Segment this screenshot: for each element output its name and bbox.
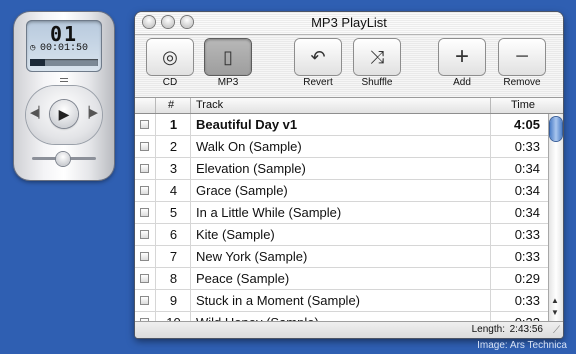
track-title: Grace (Sample) [196, 183, 288, 198]
track-checkbox[interactable] [140, 186, 149, 195]
menu-icon[interactable] [60, 78, 68, 86]
track-time: 0:33 [514, 227, 540, 242]
track-number: 2 [169, 139, 178, 154]
vertical-scrollbar[interactable]: ▲ ▼ [548, 114, 563, 321]
add-button[interactable]: + Add [439, 39, 485, 91]
play-icon: ▶ [58, 106, 70, 122]
track-time: 0:33 [514, 293, 540, 308]
track-checkbox[interactable] [140, 142, 149, 151]
cd-button[interactable]: ◎ CD [147, 39, 193, 91]
volume-slider-knob[interactable] [56, 152, 70, 166]
track-title: Beautiful Day v1 [196, 117, 298, 132]
table-header: # Track Time [135, 98, 563, 114]
scroll-down-icon[interactable]: ▼ [551, 308, 559, 317]
track-checkbox[interactable] [140, 296, 149, 305]
shuffle-button[interactable]: ⤨ Shuffle [354, 39, 400, 91]
track-number: 3 [169, 161, 178, 176]
table-row[interactable]: 3 Elevation (Sample) 0:34 [135, 158, 548, 180]
add-label: Add [453, 77, 471, 88]
column-header-number[interactable]: # [168, 99, 174, 111]
track-time: 0:29 [514, 271, 540, 286]
track-title: Peace (Sample) [196, 271, 290, 286]
track-title: In a Little While (Sample) [196, 205, 342, 220]
track-time: 4:05 [513, 117, 540, 132]
title-bar[interactable]: MP3 PlayList [135, 12, 563, 35]
remove-button[interactable]: − Remove [499, 39, 545, 91]
track-number: 8 [169, 271, 178, 286]
track-title: Stuck in a Moment (Sample) [196, 293, 361, 308]
track-time: 0:34 [514, 183, 540, 198]
track-checkbox[interactable] [140, 208, 149, 217]
track-number: 6 [169, 227, 178, 242]
plus-icon: + [454, 43, 469, 70]
playlist-table: # Track Time 1 Beautiful Day v1 4:05 2 Walk … [135, 98, 563, 334]
cd-label: CD [162, 77, 178, 88]
track-checkbox[interactable] [140, 274, 149, 283]
shuffle-label: Shuffle [361, 77, 393, 88]
track-title: Kite (Sample) [196, 227, 275, 242]
track-checkbox[interactable] [140, 164, 149, 173]
track-checkbox[interactable] [140, 252, 149, 261]
revert-label: Revert [303, 77, 333, 88]
track-title: New York (Sample) [196, 249, 308, 264]
minus-icon: − [514, 43, 529, 70]
next-icon[interactable]: ▕▶ [81, 106, 98, 119]
document-icon: ▯ [223, 47, 233, 67]
resize-grip-icon[interactable]: ⟋ [553, 325, 560, 336]
revert-icon: ↶ [310, 47, 326, 67]
track-number: 4 [169, 183, 178, 198]
track-number: 5 [169, 205, 178, 220]
table-row[interactable]: 6 Kite (Sample) 0:33 [135, 224, 548, 246]
status-bar: Length: 2:43:56 ⟋ [135, 321, 563, 338]
table-row[interactable]: 8 Peace (Sample) 0:29 [135, 268, 548, 290]
track-checkbox[interactable] [140, 230, 149, 239]
previous-icon[interactable]: ◀▏ [30, 106, 47, 119]
toolbar: ◎ CD ▯ MP3 ↶ Revert ⤨ Shuffle + Add − Re… [135, 35, 563, 98]
scrollbar-thumb[interactable] [550, 117, 562, 141]
image-credit: Image: Ars Technica [477, 340, 567, 351]
track-time: 0:34 [514, 161, 540, 176]
track-checkbox[interactable] [140, 120, 149, 129]
mini-player: 01 ◷ 00:01:50 ◀▏ ▶ ▕▶ [14, 12, 114, 180]
length-label: Length: [471, 324, 505, 335]
remove-label: Remove [503, 77, 541, 88]
track-time: 0:34 [514, 205, 540, 220]
track-number: 7 [169, 249, 178, 264]
clock-icon: ◷ [30, 43, 36, 53]
window-title: MP3 PlayList [311, 15, 387, 30]
playlist-window: MP3 PlayList ◎ CD ▯ MP3 ↶ Revert ⤨ Shuff… [135, 12, 563, 338]
table-row[interactable]: 7 New York (Sample) 0:33 [135, 246, 548, 268]
play-button[interactable]: ▶ [50, 100, 78, 128]
progress-fill [30, 59, 45, 66]
cd-icon: ◎ [162, 47, 178, 67]
table-row[interactable]: 1 Beautiful Day v1 4:05 [135, 114, 548, 136]
table-row[interactable]: 4 Grace (Sample) 0:34 [135, 180, 548, 202]
track-number: 1 [169, 117, 178, 132]
table-row[interactable]: 2 Walk On (Sample) 0:33 [135, 136, 548, 158]
mp3-button[interactable]: ▯ MP3 [205, 39, 251, 91]
track-time: 0:33 [514, 249, 540, 264]
revert-button[interactable]: ↶ Revert [295, 39, 341, 91]
shuffle-icon: ⤨ [369, 47, 385, 67]
track-title: Elevation (Sample) [196, 161, 306, 176]
track-number: 9 [169, 293, 178, 308]
table-row[interactable]: 9 Stuck in a Moment (Sample) 0:33 [135, 290, 548, 312]
column-header-track[interactable]: Track [196, 99, 223, 111]
track-time: 0:33 [514, 139, 540, 154]
elapsed-time-display: 00:01:50 [40, 43, 89, 54]
mp3-label: MP3 [217, 77, 239, 88]
scroll-up-icon[interactable]: ▲ [551, 296, 559, 305]
length-value: 2:43:56 [509, 324, 543, 335]
playback-progress-bar[interactable] [30, 59, 98, 66]
table-row[interactable]: 5 In a Little While (Sample) 0:34 [135, 202, 548, 224]
track-title: Walk On (Sample) [196, 139, 302, 154]
column-header-time[interactable]: Time [511, 99, 535, 111]
lcd-display: 01 ◷ 00:01:50 [26, 20, 102, 72]
track-list: 1 Beautiful Day v1 4:05 2 Walk On (Sample) 0:… [135, 114, 548, 334]
control-wheel[interactable]: ◀▏ ▶ ▕▶ [26, 86, 102, 144]
